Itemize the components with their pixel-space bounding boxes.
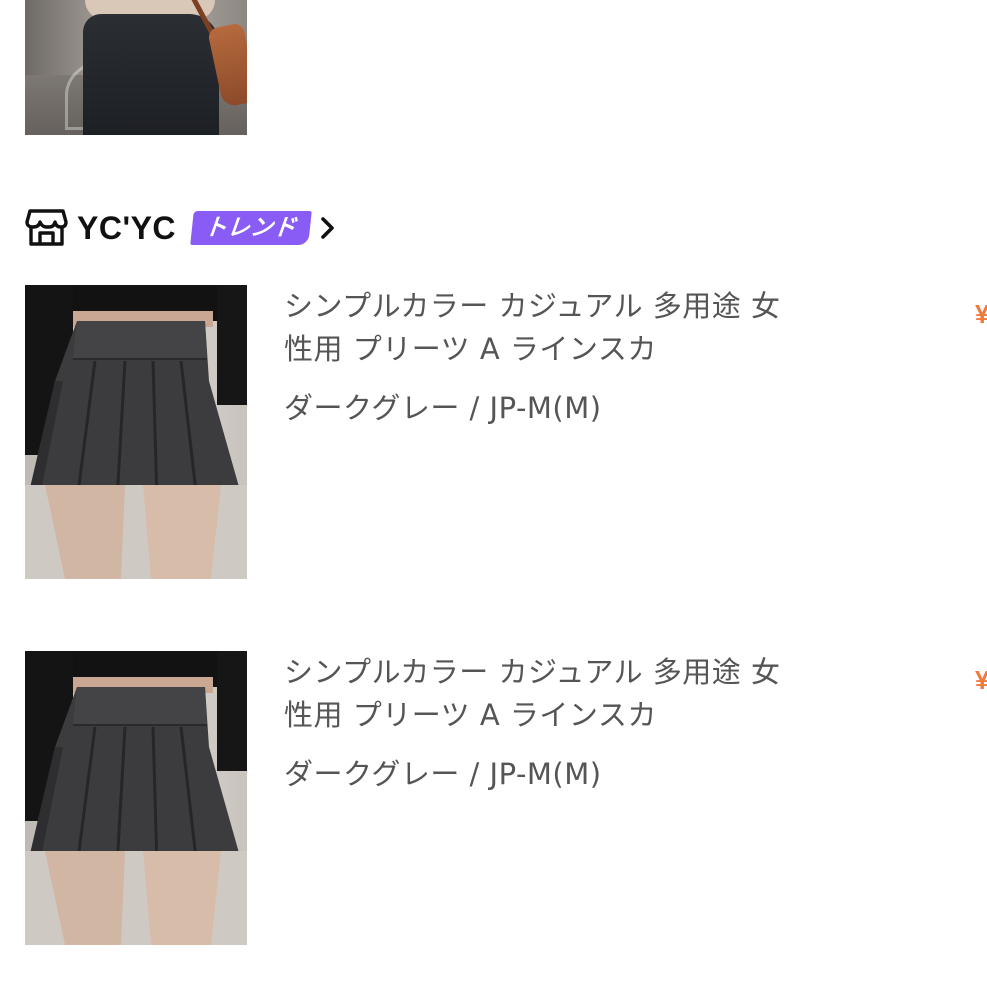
product-thumbnail[interactable] <box>25 285 247 579</box>
store-icon <box>25 209 68 246</box>
product-variant: ダークグレー / JP-M(M) <box>284 391 602 425</box>
product-title[interactable]: シンプルカラー カジュアル 多用途 女性用 プリーツ A ラインスカ <box>284 285 784 371</box>
store-header[interactable]: YC'YC トレンド <box>25 205 337 251</box>
list-item[interactable]: シンプルカラー カジュアル 多用途 女性用 プリーツ A ラインスカ ダークグレ… <box>25 651 987 946</box>
trend-badge: トレンド <box>190 211 312 245</box>
chevron-right-icon[interactable] <box>319 215 337 241</box>
store-name[interactable]: YC'YC <box>77 210 176 247</box>
product-price: ¥ <box>975 299 987 329</box>
previous-item-thumbnail[interactable] <box>25 0 247 135</box>
product-price: ¥ <box>975 665 987 695</box>
product-title[interactable]: シンプルカラー カジュアル 多用途 女性用 プリーツ A ラインスカ <box>284 651 784 737</box>
product-variant: ダークグレー / JP-M(M) <box>284 757 602 791</box>
product-thumbnail[interactable] <box>25 651 247 945</box>
list-item[interactable]: シンプルカラー カジュアル 多用途 女性用 プリーツ A ラインスカ ダークグレ… <box>25 285 987 580</box>
